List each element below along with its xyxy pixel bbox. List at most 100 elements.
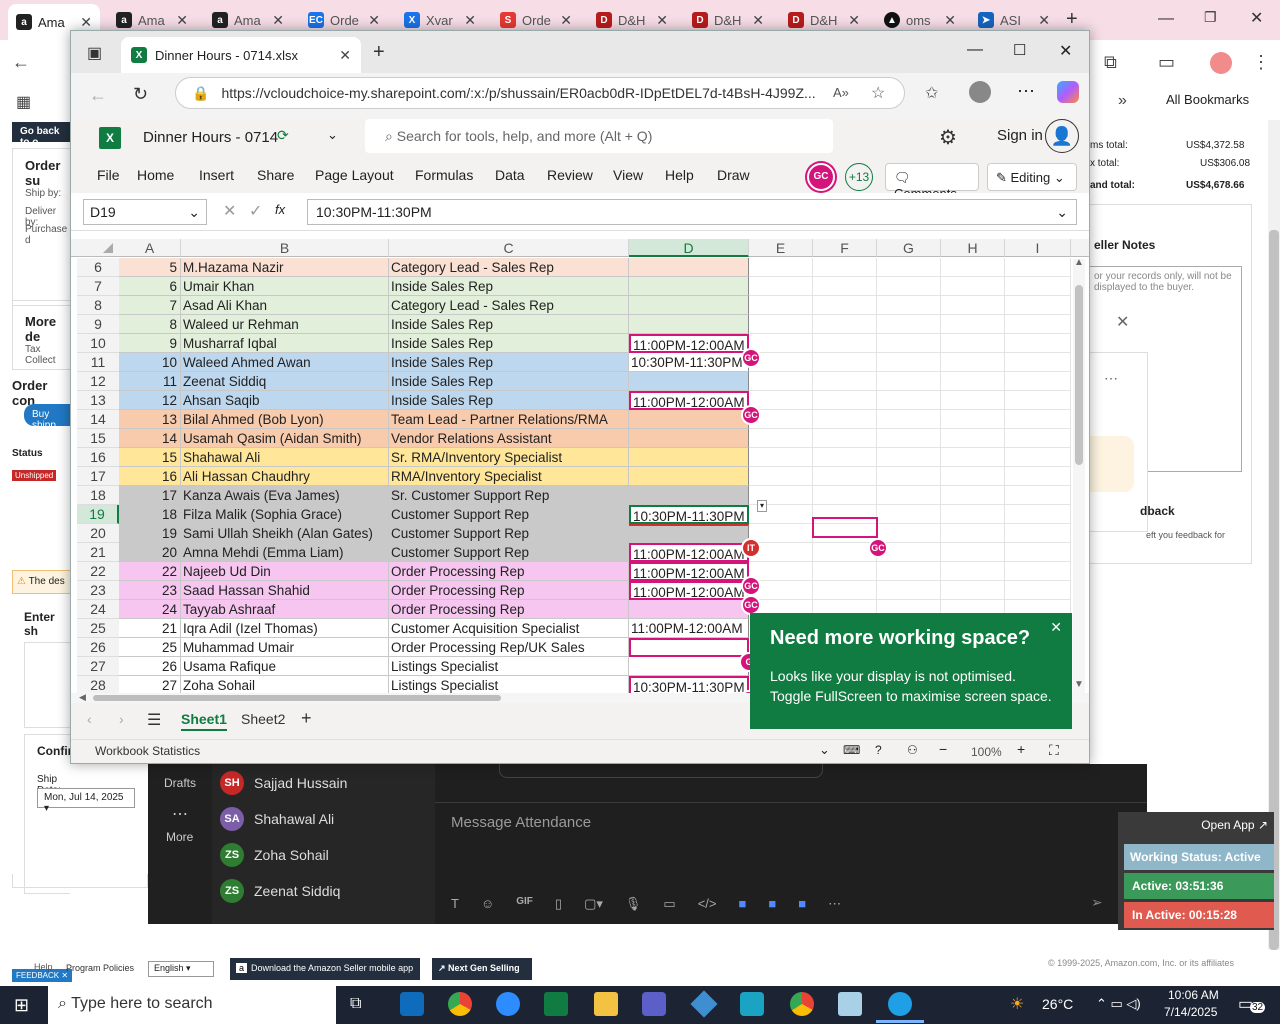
empty-cell[interactable] xyxy=(1005,486,1071,505)
cancel-icon[interactable]: ✕ xyxy=(223,201,236,221)
row-header[interactable]: 25 xyxy=(77,619,119,638)
empty-cell[interactable] xyxy=(941,543,1005,562)
empty-cell[interactable] xyxy=(1005,543,1071,562)
cell-d[interactable] xyxy=(629,448,749,467)
column-header[interactable]: C xyxy=(389,239,629,257)
cell-b[interactable]: Waleed Ahmed Awan xyxy=(181,353,389,372)
empty-cell[interactable] xyxy=(1005,258,1071,277)
empty-cell[interactable] xyxy=(941,467,1005,486)
cell-d[interactable]: 11:00PM-12:00AM xyxy=(629,619,749,638)
code-icon[interactable]: </> xyxy=(698,896,717,912)
copilot-icon[interactable] xyxy=(1057,81,1079,103)
vertical-scrollbar-thumb[interactable] xyxy=(1075,285,1083,465)
restore-icon[interactable]: ❐ xyxy=(1204,9,1217,26)
menu-insert[interactable]: Insert xyxy=(199,167,234,183)
cell-b[interactable]: Umair Khan xyxy=(181,277,389,296)
close-icon[interactable]: ✕ xyxy=(339,47,351,64)
download-app-link[interactable]: a Download the Amazon Seller mobile app xyxy=(230,958,420,980)
row-header[interactable]: 19 xyxy=(77,505,119,524)
cell-d[interactable]: 10:30PM-11:30PM xyxy=(629,353,749,372)
empty-cell[interactable] xyxy=(877,315,941,334)
empty-cell[interactable] xyxy=(1005,410,1071,429)
menu-page-layout[interactable]: Page Layout xyxy=(315,167,394,183)
cell-d[interactable] xyxy=(629,315,749,334)
cell-d[interactable] xyxy=(629,277,749,296)
cell-c[interactable]: Category Lead - Sales Rep xyxy=(389,296,629,315)
tab-actions-icon[interactable]: ▣ xyxy=(87,43,102,63)
excel-icon[interactable] xyxy=(544,992,568,1016)
empty-cell[interactable] xyxy=(1005,562,1071,581)
language-select[interactable]: English ▾ xyxy=(148,961,214,977)
collaborator-badge[interactable]: GC xyxy=(741,348,761,368)
chrome-icon[interactable] xyxy=(448,992,472,1016)
cell-a[interactable]: 8 xyxy=(119,315,181,334)
empty-cell[interactable] xyxy=(941,258,1005,277)
cell-c[interactable]: Listings Specialist xyxy=(389,657,629,676)
sheet-tab[interactable]: Sheet2 xyxy=(241,711,285,727)
chat-person[interactable]: SA Shahawal Ali xyxy=(220,803,334,835)
settings-icon[interactable]: ⚙ xyxy=(939,125,957,150)
empty-cell[interactable] xyxy=(877,353,941,372)
cell-a[interactable]: 27 xyxy=(119,676,181,693)
empty-cell[interactable] xyxy=(1005,296,1071,315)
taskbar-search[interactable]: ⌕ Type here to search xyxy=(48,986,336,1024)
zoom-level[interactable]: 100% xyxy=(971,745,1002,759)
cell-a[interactable]: 13 xyxy=(119,410,181,429)
more-icon[interactable]: ⋯ xyxy=(172,804,188,824)
cell-a[interactable]: 20 xyxy=(119,543,181,562)
cell-b[interactable]: Muhammad Umair xyxy=(181,638,389,657)
cell-c[interactable]: Order Processing Rep xyxy=(389,562,629,581)
video-icon[interactable]: ▭ xyxy=(663,896,675,912)
empty-cell[interactable] xyxy=(1005,372,1071,391)
cell-d[interactable]: 11:00PM-12:00AM xyxy=(629,391,749,410)
empty-cell[interactable] xyxy=(941,315,1005,334)
cell-c[interactable]: Inside Sales Rep xyxy=(389,277,629,296)
minimize-icon[interactable]: — xyxy=(1158,10,1174,28)
empty-cell[interactable] xyxy=(877,296,941,315)
menu-share[interactable]: Share xyxy=(257,167,294,183)
cell-d[interactable] xyxy=(629,410,749,429)
clock-time[interactable]: 10:06 AM xyxy=(1168,988,1219,1002)
name-box[interactable]: D19 ⌄ xyxy=(83,199,207,225)
refresh-icon[interactable]: ↻ xyxy=(133,84,148,105)
empty-cell[interactable] xyxy=(877,429,941,448)
more-nav[interactable]: More xyxy=(166,830,193,844)
cell-b[interactable]: Saad Hassan Shahid xyxy=(181,581,389,600)
extensions-icon[interactable]: ⧉ xyxy=(1104,52,1117,73)
menu-help[interactable]: Help xyxy=(665,167,694,183)
address-bar[interactable]: 🔒 https://vcloudchoice-my.sharepoint.com/… xyxy=(175,77,905,109)
close-window-icon[interactable]: ✕ xyxy=(1250,8,1263,28)
empty-cell[interactable] xyxy=(1005,277,1071,296)
cell-a[interactable]: 14 xyxy=(119,429,181,448)
profile-avatar[interactable] xyxy=(969,81,991,103)
row-header[interactable]: 27 xyxy=(77,657,119,676)
cell-b[interactable]: Waleed ur Rehman xyxy=(181,315,389,334)
close-icon[interactable]: ✕ xyxy=(1050,619,1062,636)
search-input[interactable]: ⌕ Search for tools, help, and more (Alt … xyxy=(365,119,833,153)
weather-icon[interactable]: ☀ xyxy=(1010,994,1024,1014)
menu-file[interactable]: File xyxy=(97,167,120,183)
chat-person[interactable]: SH Sajjad Hussain xyxy=(220,767,347,799)
empty-cell[interactable] xyxy=(813,429,877,448)
empty-cell[interactable] xyxy=(941,334,1005,353)
cell-d[interactable] xyxy=(629,296,749,315)
cell-d[interactable]: 10:30PM-11:30PM xyxy=(629,505,749,524)
menu-icon[interactable]: ⋯ xyxy=(1017,81,1035,102)
cell-c[interactable]: Customer Acquisition Specialist xyxy=(389,619,629,638)
editing-button[interactable]: ✎ Editing ⌄ xyxy=(987,163,1077,191)
presence-avatar[interactable]: GC xyxy=(807,163,835,191)
autofill-options-icon[interactable]: ▾ xyxy=(757,500,767,512)
cell-b[interactable]: Ahsan Saqib xyxy=(181,391,389,410)
empty-cell[interactable] xyxy=(941,277,1005,296)
cell-d[interactable] xyxy=(629,372,749,391)
attach-icon[interactable]: ▯ xyxy=(555,896,562,912)
next-gen-link[interactable]: ↗ Next Gen Selling xyxy=(432,958,532,980)
scroll-down-icon[interactable]: ▼ xyxy=(1074,679,1084,690)
empty-cell[interactable] xyxy=(813,448,877,467)
cell-d[interactable]: 11:00PM-12:00AM xyxy=(629,581,749,600)
more-icon[interactable]: ⋯ xyxy=(1104,370,1118,387)
cell-a[interactable]: 17 xyxy=(119,486,181,505)
cell-c[interactable]: Sr. Customer Support Rep xyxy=(389,486,629,505)
cell-a[interactable]: 7 xyxy=(119,296,181,315)
cell-b[interactable]: Sami Ullah Sheikh (Alan Gates) xyxy=(181,524,389,543)
